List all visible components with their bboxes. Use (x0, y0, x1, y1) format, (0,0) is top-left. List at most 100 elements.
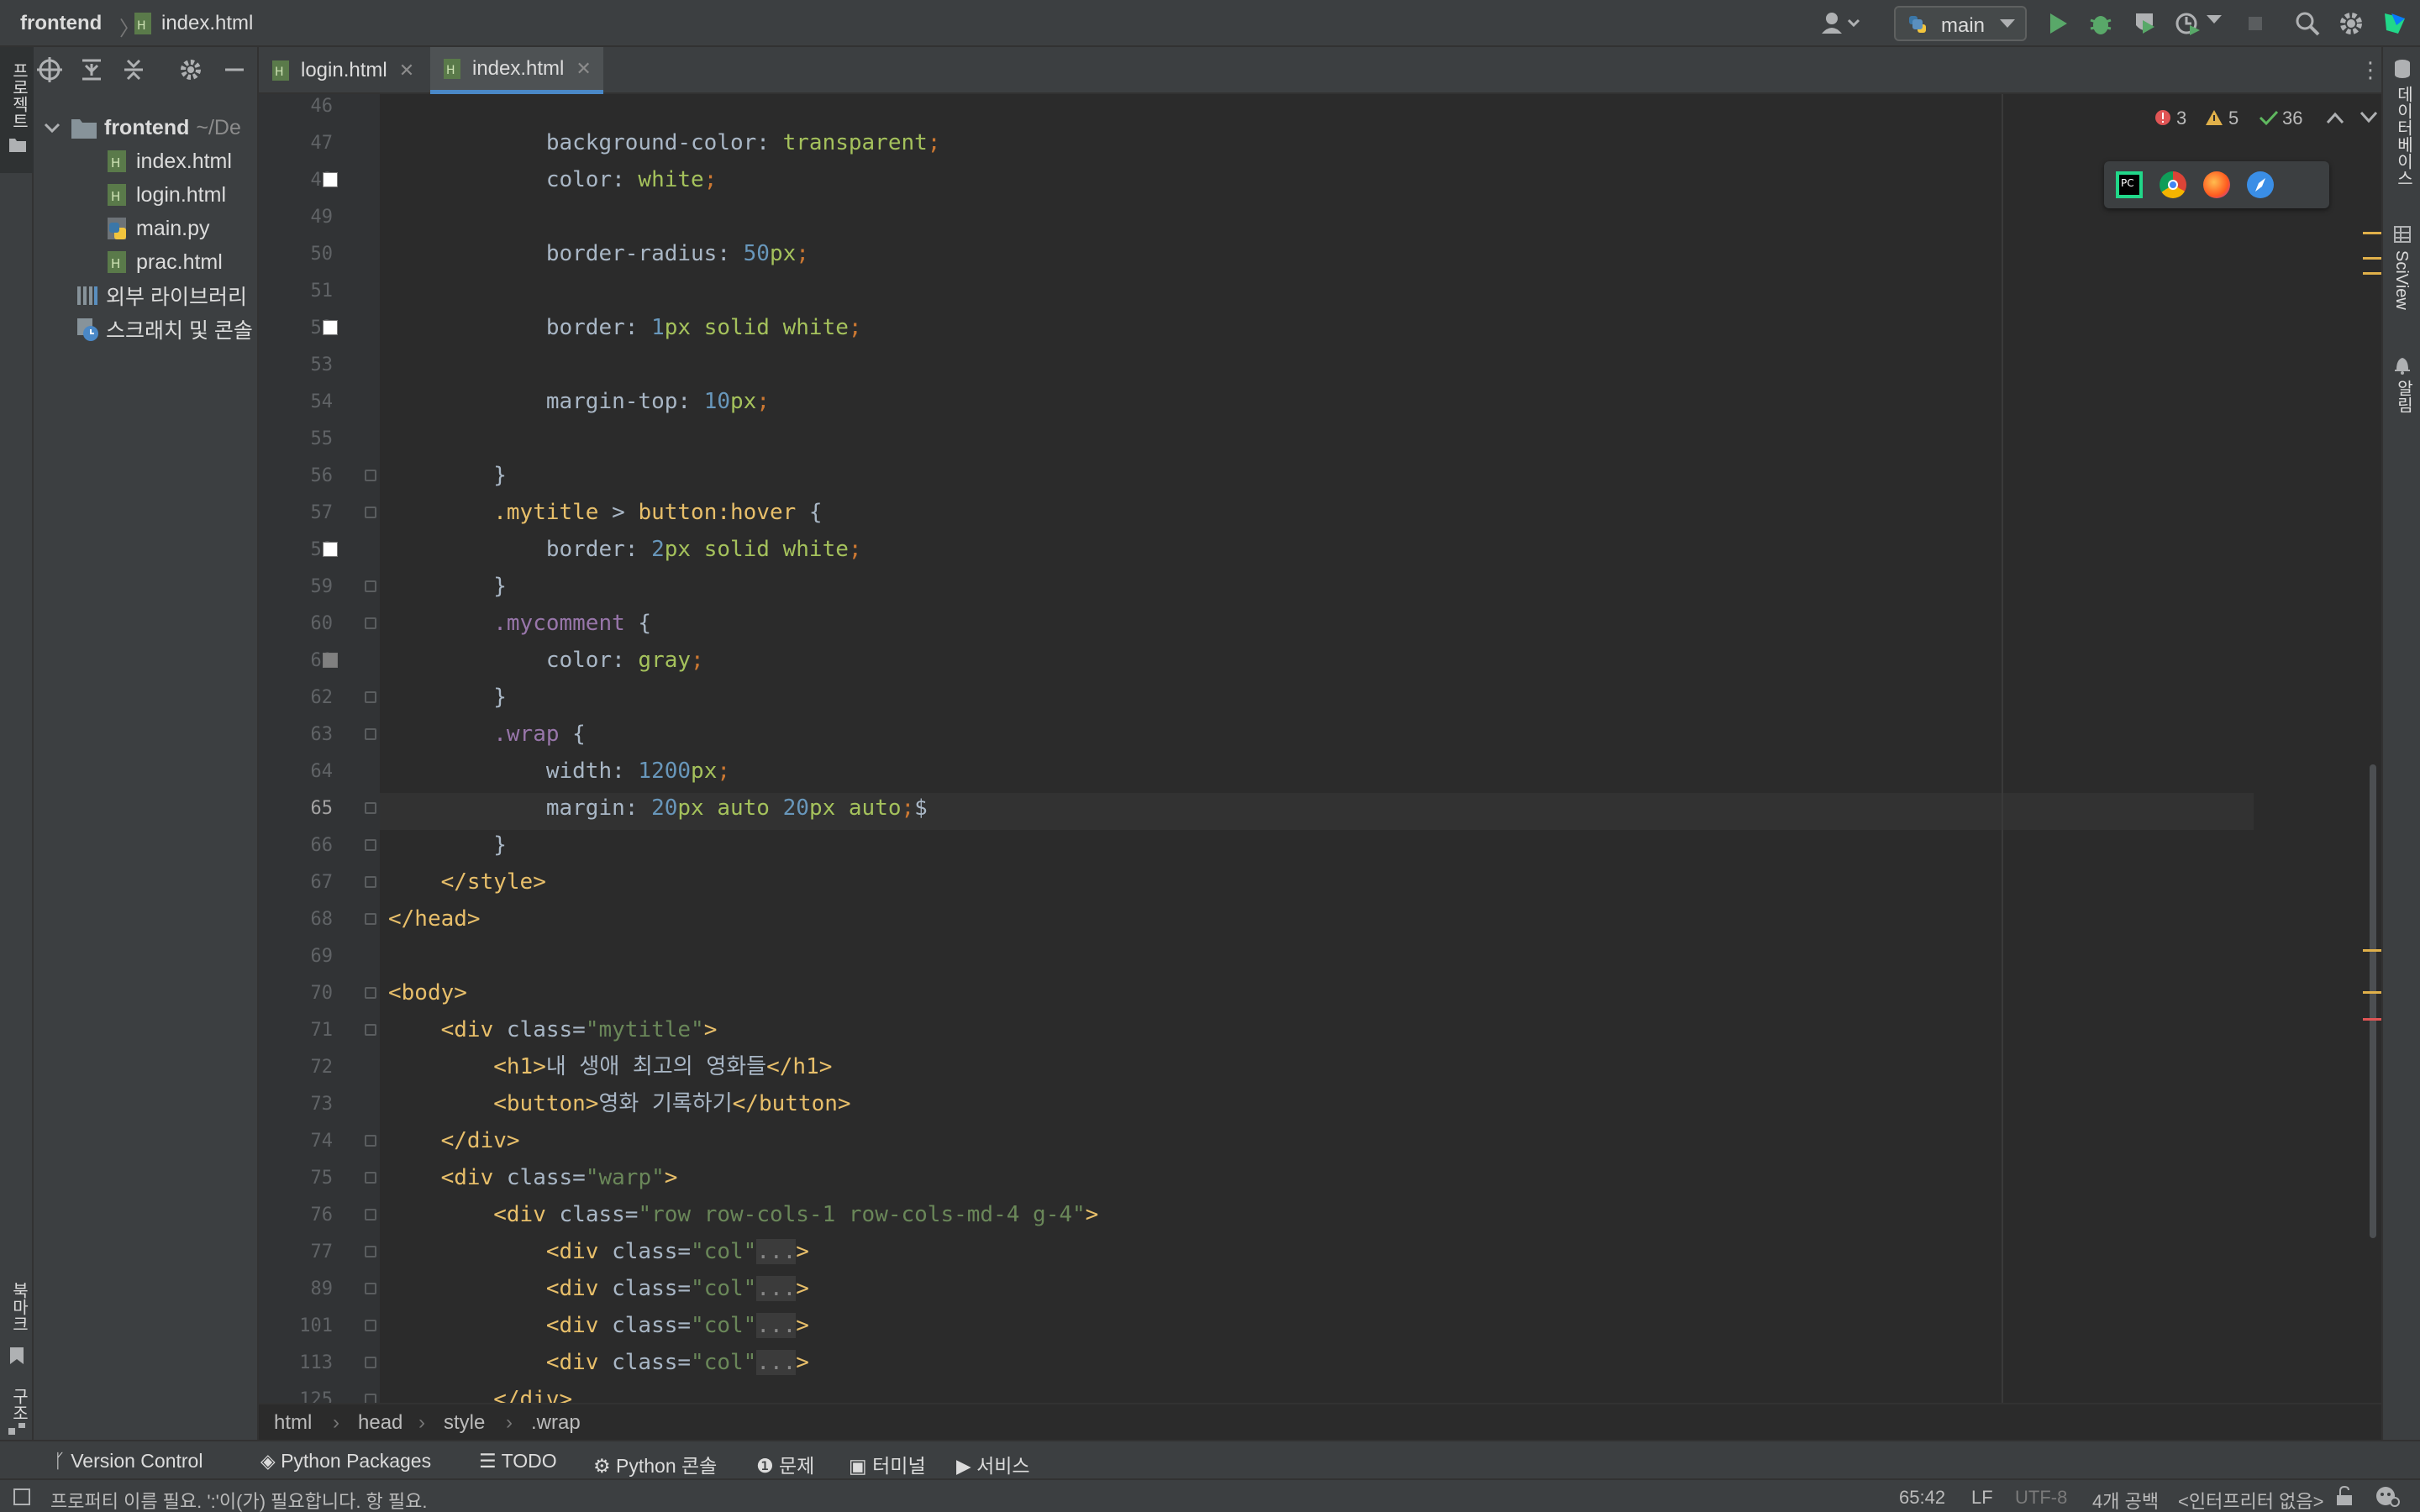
tab-options-icon[interactable]: ⋮ (2360, 57, 2381, 83)
code-line[interactable]: <div class="col"...> (388, 1233, 809, 1270)
color-swatch[interactable] (323, 172, 338, 187)
user-account-icon[interactable] (1820, 10, 1860, 37)
code-line[interactable]: <button>영화 기록하기</button> (388, 1085, 850, 1122)
unlock-icon[interactable] (2334, 1485, 2354, 1507)
bookmarks-tool-button[interactable]: 북마크 (0, 1248, 34, 1383)
fold-marker-icon[interactable] (365, 987, 376, 999)
code-line[interactable]: } (388, 457, 507, 494)
code-line[interactable]: <div class="col"...> (388, 1270, 809, 1307)
code-line[interactable]: } (388, 568, 507, 605)
code-line[interactable]: <h1>내 생애 최고의 영화들</h1> (388, 1048, 832, 1085)
code-line[interactable]: </head> (388, 900, 481, 937)
fold-marker-icon[interactable] (365, 1024, 376, 1036)
line-separator[interactable]: LF (1971, 1487, 1993, 1509)
breadcrumb-html[interactable]: html (274, 1411, 312, 1435)
code-line[interactable]: .wrap { (388, 716, 586, 753)
safari-icon[interactable] (2247, 171, 2274, 198)
tree-file-prac[interactable]: H prac.html (106, 245, 223, 279)
tree-external-libraries[interactable]: 외부 라이브러리 (76, 279, 247, 312)
warning-stripe[interactable] (2363, 949, 2381, 952)
code-line[interactable]: </style> (388, 864, 546, 900)
run-configuration-selector[interactable]: main (1894, 6, 2027, 41)
tool-problems[interactable]: ❶ 문제 (756, 1450, 814, 1478)
code-line[interactable]: color: white; (388, 161, 718, 198)
search-everywhere-icon[interactable] (2294, 10, 2321, 37)
error-stripe[interactable] (2363, 1018, 2381, 1021)
code-line[interactable]: margin-top: 10px; (388, 383, 770, 420)
tree-root-frontend[interactable]: frontend ~/De (44, 111, 241, 144)
code-line[interactable]: <body> (388, 974, 467, 1011)
status-message[interactable]: 프로퍼티 이름 필요. ':'이(가) 필요합니다. 항 필요. (50, 1487, 428, 1512)
tool-python-console[interactable]: ⚙ Python 콘솔 (593, 1450, 717, 1478)
tool-terminal[interactable]: ▣ 터미널 (849, 1450, 926, 1478)
tab-login-html[interactable]: H login.html ✕ (259, 47, 426, 94)
fold-marker-icon[interactable] (365, 1172, 376, 1184)
code-editor[interactable]: 46 47 48 49 50 51 52 53 54 55 56 57 58 59 60 61 62 63 64 65… (259, 94, 2381, 1403)
color-swatch[interactable] (323, 653, 338, 668)
code-line[interactable]: border: 1px solid white; (388, 309, 862, 346)
fold-marker-icon[interactable] (365, 913, 376, 925)
code-line[interactable]: <div class="col"...> (388, 1344, 809, 1381)
file-breadcrumb[interactable]: index.html (161, 12, 253, 35)
code-line[interactable]: <div class="row row-cols-1 row-cols-md-4… (388, 1196, 1098, 1233)
tool-services[interactable]: ▶ 서비스 (956, 1450, 1030, 1478)
profile-icon[interactable] (2175, 10, 2202, 37)
code-line[interactable]: .mytitle > button:hover { (388, 494, 822, 531)
code-line[interactable]: } (388, 827, 507, 864)
locate-file-icon[interactable] (37, 57, 62, 82)
project-breadcrumb[interactable]: frontend (20, 12, 102, 35)
code-line[interactable]: <div class="col"...> (388, 1307, 809, 1344)
fold-marker-icon[interactable] (365, 1135, 376, 1147)
fold-marker-icon[interactable] (365, 617, 376, 629)
fold-marker-icon[interactable] (365, 1320, 376, 1331)
code-line[interactable]: <div class="mytitle"> (388, 1011, 718, 1048)
tree-file-index[interactable]: H index.html (106, 144, 232, 178)
fold-marker-icon[interactable] (365, 839, 376, 851)
fold-marker-icon[interactable] (365, 470, 376, 481)
firefox-icon[interactable] (2203, 171, 2230, 198)
code-line[interactable]: .mycomment { (388, 605, 651, 642)
code-line[interactable]: border-radius: 50px; (388, 235, 809, 272)
warning-stripe[interactable] (2363, 257, 2381, 260)
code-line[interactable]: border: 2px solid white; (388, 531, 862, 568)
indent-setting[interactable]: 4개 공백 (2092, 1487, 2159, 1512)
code-line[interactable]: </div> (388, 1381, 572, 1403)
warning-stripe[interactable] (2363, 272, 2381, 275)
options-gear-icon[interactable] (178, 57, 203, 82)
fold-marker-icon[interactable] (365, 802, 376, 814)
file-encoding[interactable]: UTF-8 (2015, 1487, 2067, 1509)
settings-gear-icon[interactable] (2338, 10, 2365, 37)
more-run-chevron-icon[interactable] (2207, 15, 2233, 42)
chrome-icon[interactable] (2160, 171, 2186, 198)
fold-marker-icon[interactable] (365, 580, 376, 592)
code-line[interactable]: background-color: transparent; (388, 124, 941, 161)
jetbrains-logo-icon[interactable] (2381, 10, 2408, 37)
previous-highlight-icon[interactable] (2326, 111, 2344, 124)
collapse-all-icon[interactable] (121, 57, 146, 82)
interpreter-selector[interactable]: <인터프리터 없음> (2178, 1487, 2324, 1512)
fold-marker-icon[interactable] (365, 1246, 376, 1257)
code-line[interactable]: color: gray; (388, 642, 704, 679)
breadcrumb-style[interactable]: style (444, 1411, 485, 1435)
code-line[interactable]: } (388, 679, 507, 716)
code-line[interactable]: <div class="warp"> (388, 1159, 678, 1196)
code-line[interactable]: width: 1200px; (388, 753, 730, 790)
tab-index-html[interactable]: H index.html ✕ (430, 47, 603, 94)
coverage-icon[interactable] (2131, 10, 2158, 37)
notifications-tool-button[interactable]: 알림 (2383, 354, 2420, 455)
layout-toggle-icon[interactable] (13, 1488, 30, 1505)
fold-marker-icon[interactable] (365, 728, 376, 740)
notifications-face-icon[interactable] (2375, 1485, 2400, 1507)
hide-panel-icon[interactable] (222, 57, 247, 82)
tree-scratches[interactable]: 스크래치 및 콘솔 (76, 312, 253, 346)
debug-icon[interactable] (2087, 10, 2114, 37)
code-line[interactable]: margin: 20px auto 20px auto;$ (388, 790, 928, 827)
vertical-scrollbar[interactable] (2370, 764, 2376, 1238)
tree-file-main[interactable]: main.py (106, 212, 210, 245)
color-swatch[interactable] (323, 320, 338, 335)
warning-stripe[interactable] (2363, 232, 2381, 234)
inspection-widget[interactable]: 3 5 36 (2154, 104, 2323, 133)
tree-file-login[interactable]: H login.html (106, 178, 226, 212)
warning-stripe[interactable] (2363, 991, 2381, 994)
close-tab-icon[interactable]: ✕ (576, 58, 591, 80)
